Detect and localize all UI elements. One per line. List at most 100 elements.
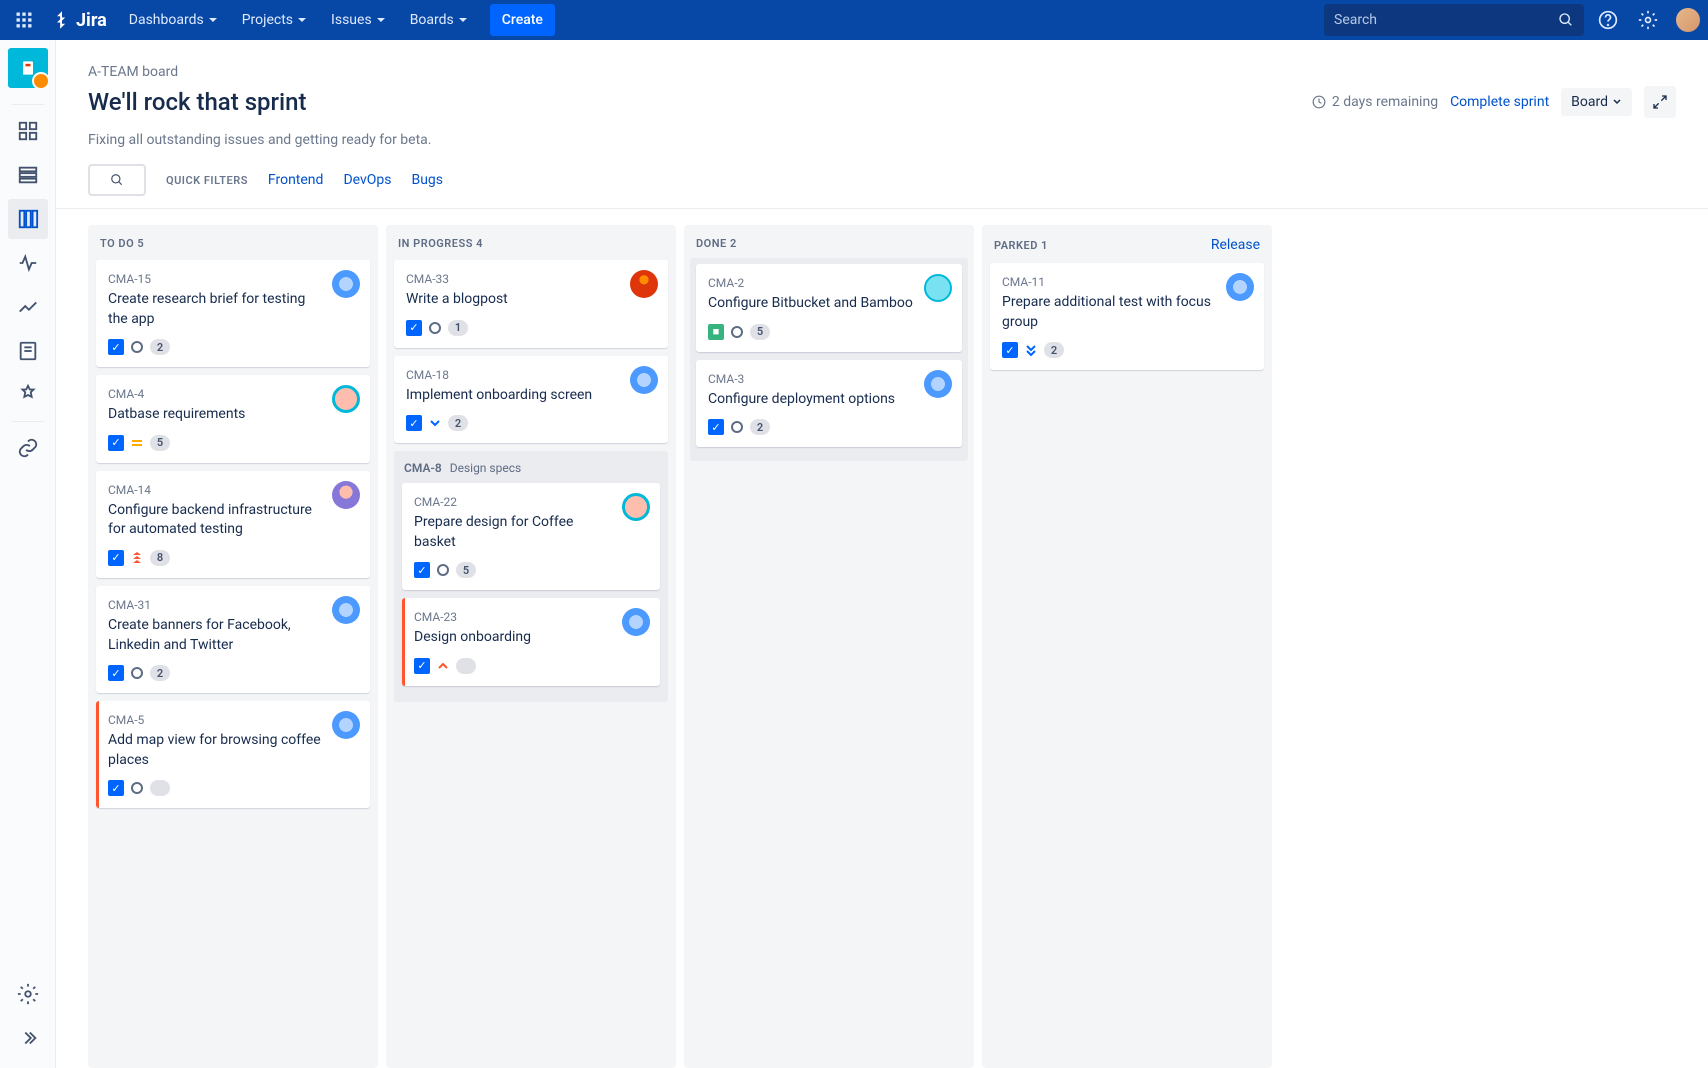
issue-card[interactable]: CMA-22 Prepare design for Coffee basket … bbox=[402, 483, 660, 590]
project-sidebar bbox=[0, 40, 56, 1068]
column-title: Done 2 bbox=[696, 237, 737, 250]
filter-search[interactable] bbox=[88, 164, 146, 196]
release-link[interactable]: Release bbox=[1211, 237, 1260, 253]
help-icon[interactable] bbox=[1592, 4, 1624, 36]
story-points: 2 bbox=[750, 419, 770, 435]
priority-icon bbox=[436, 563, 450, 577]
task-type-icon: ✓ bbox=[414, 562, 430, 578]
board-column: In Progress 4 CMA-33 Write a blogpost ✓ … bbox=[386, 225, 676, 1068]
days-remaining: 2 days remaining bbox=[1312, 94, 1438, 110]
assignee-avatar[interactable] bbox=[630, 366, 658, 394]
sidebar-expand-icon[interactable] bbox=[8, 1018, 48, 1058]
issue-key: CMA-33 bbox=[406, 272, 656, 286]
issue-card[interactable]: CMA-14 Configure backend infrastructure … bbox=[96, 471, 370, 578]
sidebar-pages-icon[interactable] bbox=[8, 331, 48, 371]
jira-logo[interactable]: Jira bbox=[52, 10, 107, 31]
issue-summary: Create research brief for testing the ap… bbox=[108, 290, 358, 329]
search-input[interactable] bbox=[1334, 12, 1558, 28]
complete-sprint-link[interactable]: Complete sprint bbox=[1450, 94, 1549, 110]
priority-icon bbox=[428, 321, 442, 335]
nav-issues[interactable]: Issues bbox=[321, 4, 396, 36]
issue-card[interactable]: CMA-18 Implement onboarding screen ✓ 2 bbox=[394, 356, 668, 444]
issue-card[interactable]: CMA-3 Configure deployment options ✓ 2 bbox=[696, 360, 962, 448]
issue-card[interactable]: CMA-5 Add map view for browsing coffee p… bbox=[96, 701, 370, 808]
issue-card[interactable]: CMA-23 Design onboarding ✓ bbox=[402, 598, 660, 686]
sidebar-shortcut-icon[interactable] bbox=[8, 428, 48, 468]
issue-summary: Prepare additional test with focus group bbox=[1002, 293, 1252, 332]
app-switcher-icon[interactable] bbox=[8, 4, 40, 36]
priority-icon bbox=[436, 659, 450, 673]
settings-icon[interactable] bbox=[1632, 4, 1664, 36]
create-button[interactable]: Create bbox=[490, 4, 555, 36]
priority-highest-icon bbox=[130, 551, 144, 565]
issue-key: CMA-2 bbox=[708, 276, 950, 290]
assignee-avatar[interactable] bbox=[332, 385, 360, 413]
issue-key: CMA-23 bbox=[414, 610, 648, 624]
assignee-avatar[interactable] bbox=[630, 270, 658, 298]
project-icon[interactable] bbox=[8, 48, 48, 88]
filter-bugs[interactable]: Bugs bbox=[411, 172, 443, 188]
priority-icon bbox=[130, 436, 144, 450]
sidebar-board-icon[interactable] bbox=[8, 199, 48, 239]
assignee-avatar[interactable] bbox=[332, 711, 360, 739]
priority-icon bbox=[730, 420, 744, 434]
issue-card[interactable]: CMA-11 Prepare additional test with focu… bbox=[990, 263, 1264, 370]
story-points-empty bbox=[150, 780, 170, 796]
nav-dashboards[interactable]: Dashboards bbox=[119, 4, 228, 36]
issue-key: CMA-4 bbox=[108, 387, 358, 401]
issue-summary: Create banners for Facebook, Linkedin an… bbox=[108, 616, 358, 655]
sprint-description: Fixing all outstanding issues and gettin… bbox=[88, 132, 1676, 148]
search-icon bbox=[110, 173, 124, 187]
priority-none-icon bbox=[730, 325, 744, 339]
priority-icon bbox=[130, 340, 144, 354]
priority-icon bbox=[130, 551, 144, 565]
sidebar-releases-icon[interactable] bbox=[8, 243, 48, 283]
priority-none-icon bbox=[130, 666, 144, 680]
issue-card[interactable]: CMA-31 Create banners for Facebook, Link… bbox=[96, 586, 370, 693]
subgroup-key: CMA-8 bbox=[404, 461, 442, 475]
issue-summary: Write a blogpost bbox=[406, 290, 656, 310]
story-points: 2 bbox=[150, 339, 170, 355]
sidebar-roadmap-icon[interactable] bbox=[8, 111, 48, 151]
nav-boards[interactable]: Boards bbox=[400, 4, 478, 36]
filter-frontend[interactable]: Frontend bbox=[268, 172, 324, 188]
board-column: Parked 1Release CMA-11 Prepare additiona… bbox=[982, 225, 1272, 1068]
chevron-down-icon bbox=[1612, 97, 1622, 107]
assignee-avatar[interactable] bbox=[332, 596, 360, 624]
priority-icon bbox=[130, 781, 144, 795]
issue-key: CMA-11 bbox=[1002, 275, 1252, 289]
fullscreen-button[interactable] bbox=[1644, 86, 1676, 118]
issue-card[interactable]: CMA-4 Datbase requirements ✓ 5 bbox=[96, 375, 370, 463]
breadcrumb[interactable]: A-TEAM board bbox=[88, 64, 1676, 80]
filter-devops[interactable]: DevOps bbox=[343, 172, 391, 188]
assignee-avatar[interactable] bbox=[924, 370, 952, 398]
issue-key: CMA-5 bbox=[108, 713, 358, 727]
issue-summary: Datbase requirements bbox=[108, 405, 358, 425]
issue-card[interactable]: CMA-15 Create research brief for testing… bbox=[96, 260, 370, 367]
page-title: We'll rock that sprint bbox=[88, 88, 1300, 116]
board-view-dropdown[interactable]: Board bbox=[1561, 88, 1632, 116]
issue-key: CMA-31 bbox=[108, 598, 358, 612]
sidebar-backlog-icon[interactable] bbox=[8, 155, 48, 195]
issue-summary: Configure Bitbucket and Bamboo bbox=[708, 294, 950, 314]
issue-card[interactable]: CMA-2 Configure Bitbucket and Bamboo ■ 5 bbox=[696, 264, 962, 352]
task-type-icon: ✓ bbox=[406, 415, 422, 431]
assignee-avatar[interactable] bbox=[332, 481, 360, 509]
sidebar-reports-icon[interactable] bbox=[8, 287, 48, 327]
story-points: 2 bbox=[1044, 342, 1064, 358]
priority-low-icon bbox=[428, 416, 442, 430]
assignee-avatar[interactable] bbox=[622, 493, 650, 521]
assignee-avatar[interactable] bbox=[1226, 273, 1254, 301]
assignee-avatar[interactable] bbox=[332, 270, 360, 298]
issue-card[interactable]: CMA-33 Write a blogpost ✓ 1 bbox=[394, 260, 668, 348]
user-avatar[interactable] bbox=[1676, 8, 1700, 32]
priority-none-icon bbox=[130, 781, 144, 795]
task-type-icon: ✓ bbox=[108, 780, 124, 796]
sidebar-addons-icon[interactable] bbox=[8, 375, 48, 415]
board-columns: To Do 5 CMA-15 Create research brief for… bbox=[88, 209, 1676, 1068]
global-search[interactable] bbox=[1324, 4, 1584, 36]
search-icon bbox=[1558, 12, 1574, 28]
assignee-avatar[interactable] bbox=[924, 274, 952, 302]
sidebar-settings-icon[interactable] bbox=[8, 974, 48, 1014]
nav-projects[interactable]: Projects bbox=[232, 4, 317, 36]
